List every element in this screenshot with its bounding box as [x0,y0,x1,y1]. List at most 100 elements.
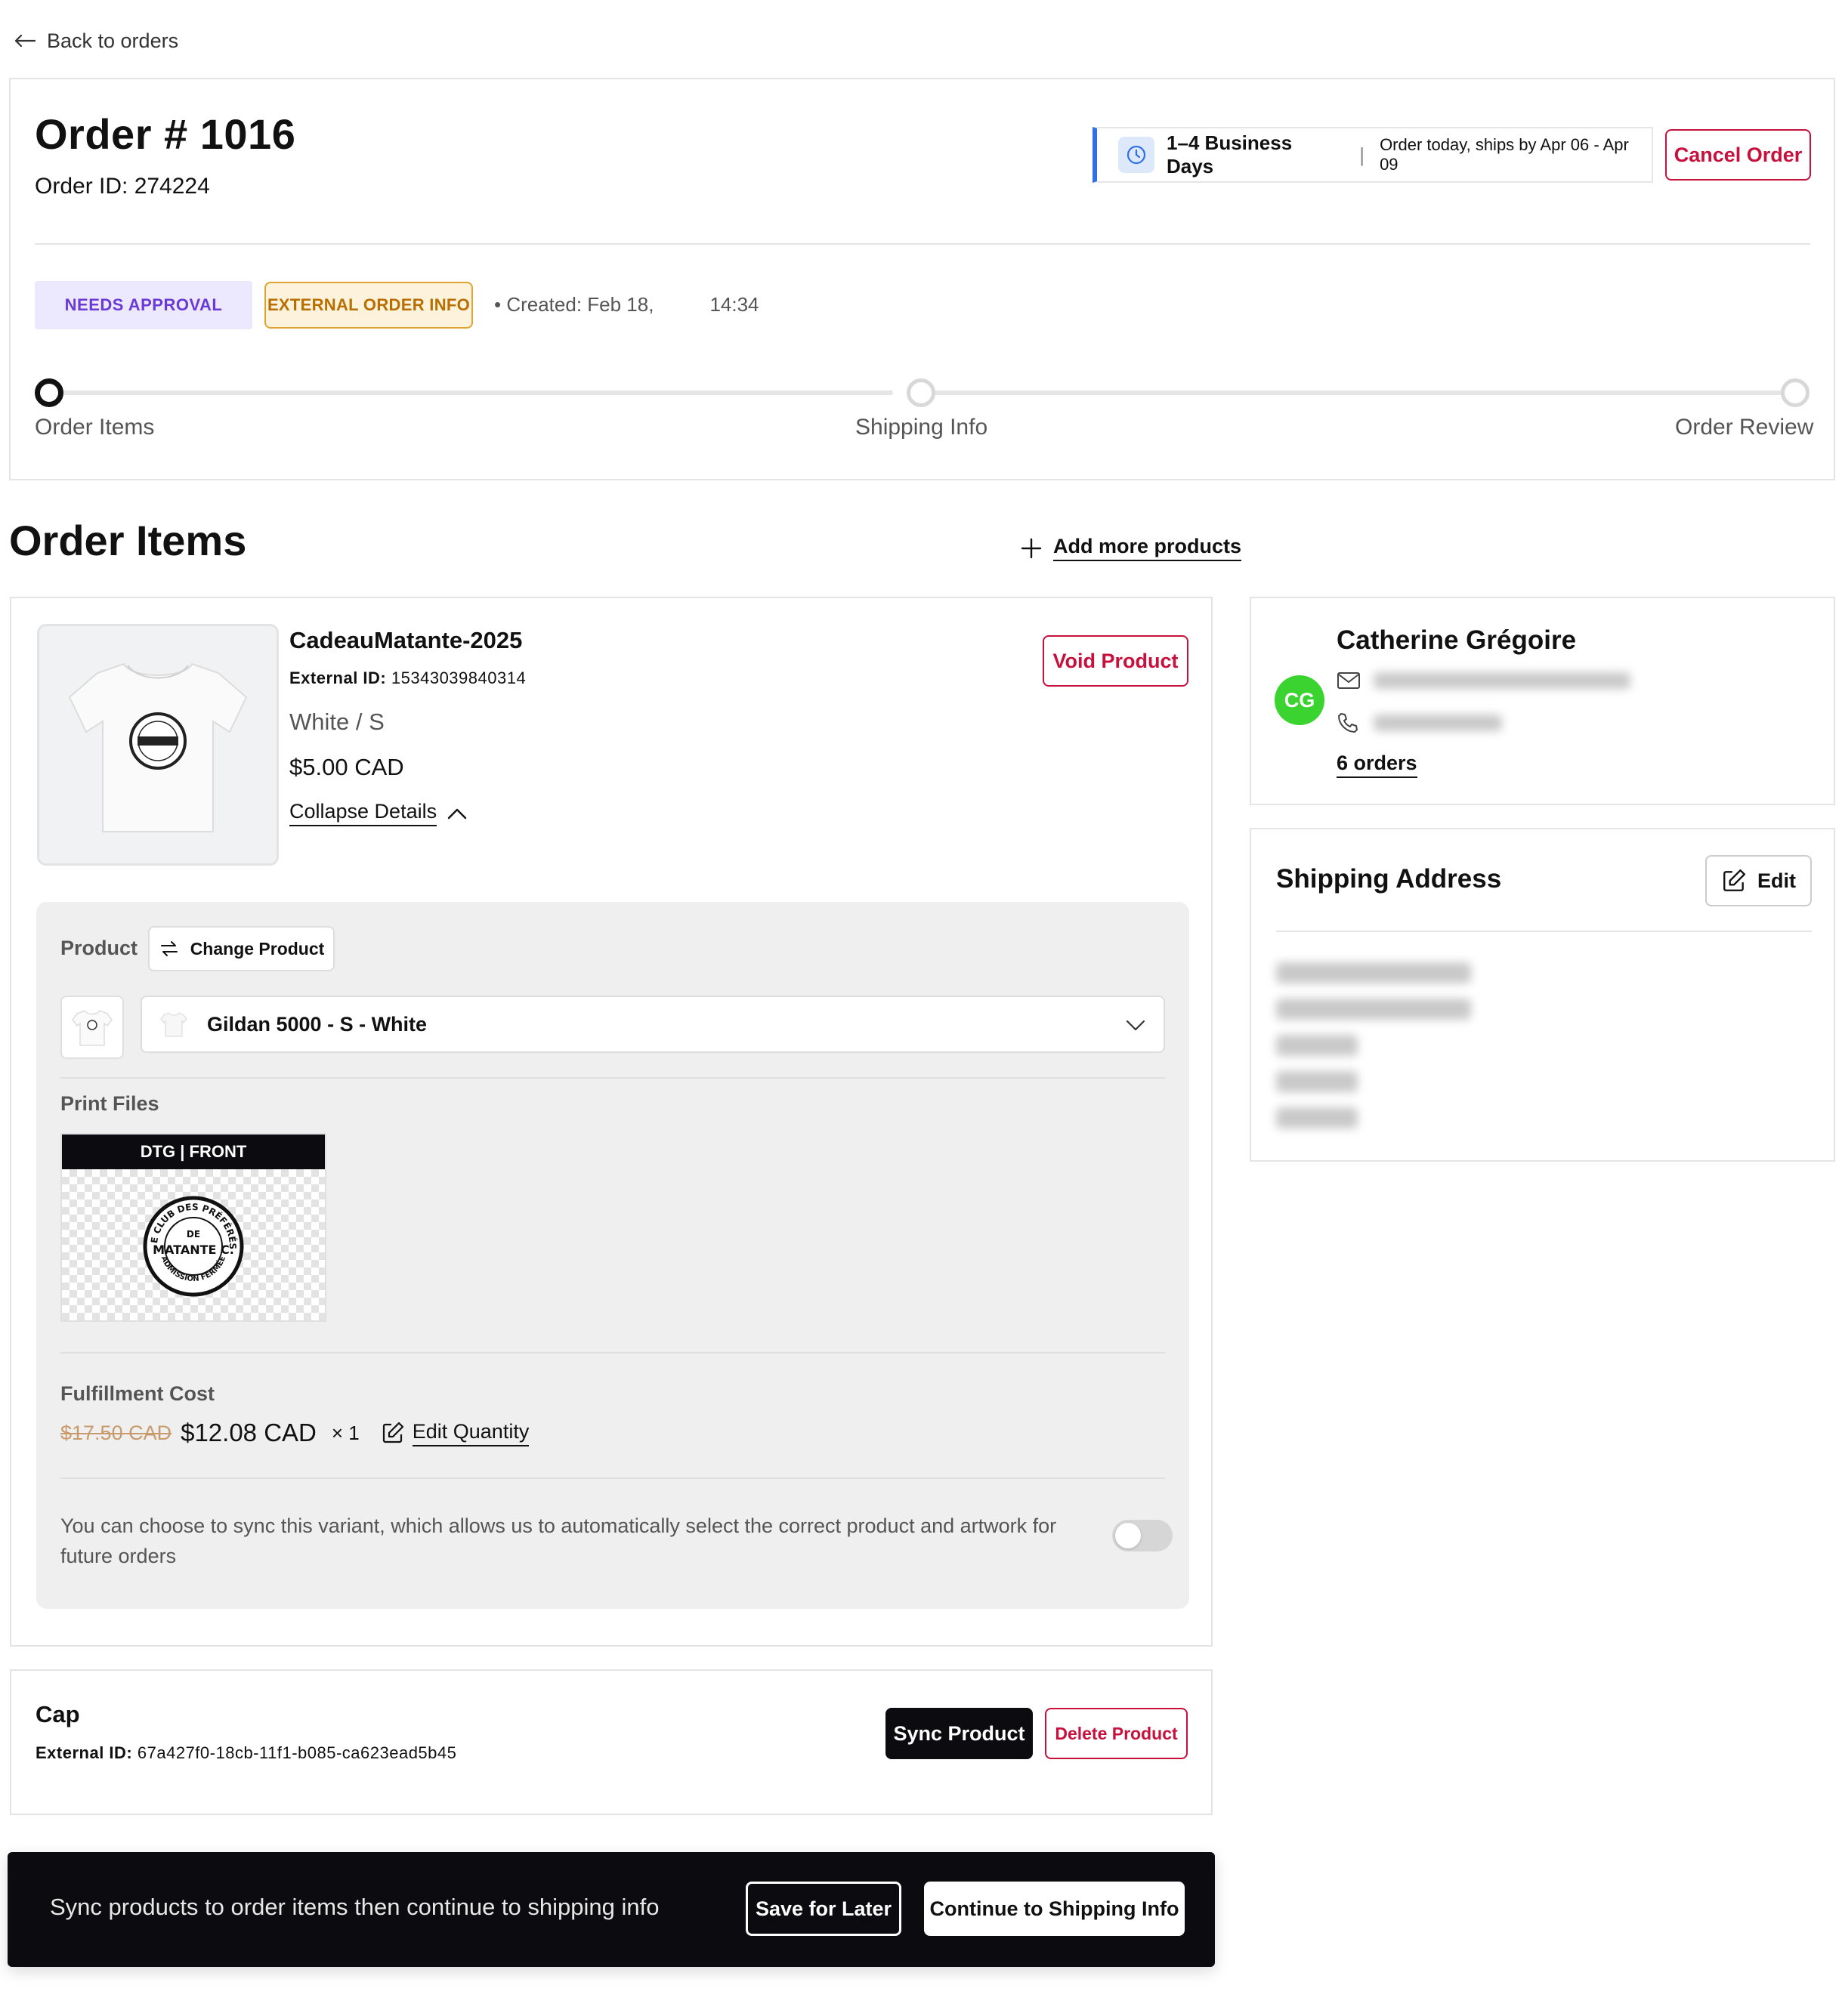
print-file-tag: DTG | FRONT [62,1135,325,1169]
order-header-card: Order # 1016 Order ID: 274224 1–4 Busine… [9,78,1835,480]
shipping-estimate: 1–4 Business Days | Order today, ships b… [1093,127,1653,183]
edit-address-button[interactable]: Edit [1705,855,1812,906]
fulfillment-cost-row: $17.50 CAD $12.08 CAD × 1 Edit Quantity [60,1419,530,1447]
fulfillment-cost-label: Fulfillment Cost [60,1382,215,1405]
divider [1276,931,1812,932]
external-id-label: External ID: [289,668,387,687]
print-file-preview: LE CLUB DES PRÉFÉRÉS DE MATANTE C. ADMIS… [62,1169,325,1320]
created-date: • Created: Feb 18, [494,293,654,316]
customer-card: Catherine Grégoire CG 6 orders [1250,597,1835,805]
bottom-action-bar: Sync products to order items then contin… [8,1852,1215,1967]
add-more-products-link[interactable]: Add more products [1020,535,1242,561]
divider [60,1077,1165,1079]
stepper-track [54,391,893,395]
product-label: Product [60,937,138,959]
quantity: × 1 [331,1421,360,1444]
item-details-panel: Product Change Product Gildan 5000 - S -… [36,902,1189,1609]
customer-orders-link[interactable]: 6 orders [1337,752,1417,778]
order-item-card: CadeauMatante-2025 External ID: 15343039… [10,597,1213,1647]
chevron-up-icon [447,808,467,819]
shipping-separator: | [1359,143,1365,166]
phone-icon [1338,713,1358,733]
logo-text-de: DE [187,1229,200,1240]
address-line-redacted [1276,999,1471,1020]
address-line-redacted [1276,1035,1358,1056]
external-id: External ID: 15343039840314 [289,668,526,688]
product-variant: White / S [289,709,385,735]
shipping-note: Order today, ships by Apr 06 - Apr 09 [1380,135,1629,174]
original-cost: $17.50 CAD [60,1421,172,1444]
change-product-button[interactable]: Change Product [148,926,335,971]
save-for-later-button[interactable]: Save for Later [746,1882,901,1936]
created-time: 14:34 [709,293,759,316]
continue-to-shipping-button[interactable]: Continue to Shipping Info [924,1882,1185,1936]
product-name: Cap [36,1701,80,1727]
divider [60,1477,1165,1479]
address-line-redacted [1276,1107,1358,1128]
address-line-redacted [1276,962,1471,983]
tshirt-mockup-image [68,662,248,832]
collapse-details-toggle[interactable]: Collapse Details [289,800,467,826]
mail-icon [1337,672,1360,689]
logo-text-matante: MATANTE C. [153,1243,234,1257]
product-mini-thumbnail [60,996,124,1059]
order-items-heading: Order Items [9,517,247,564]
edit-quantity-label: Edit Quantity [412,1420,530,1446]
plus-icon [1021,538,1042,558]
step-label-order-items[interactable]: Order Items [35,415,154,440]
step-label-shipping-info[interactable]: Shipping Info [855,415,987,440]
print-files-label: Print Files [60,1092,159,1115]
customer-email-redacted [1374,672,1630,689]
customer-name: Catherine Grégoire [1337,625,1577,655]
change-product-label: Change Product [190,938,325,959]
product-price: $5.00 CAD [289,754,404,780]
external-id-label: External ID: [36,1743,133,1762]
cancel-order-button[interactable]: Cancel Order [1665,129,1811,181]
external-order-info-badge[interactable]: EXTERNAL ORDER INFO [264,282,473,329]
step-indicator-order-review [1781,378,1810,407]
swap-icon [160,941,178,956]
step-indicator-order-items [35,378,63,407]
back-label: Back to orders [47,29,179,52]
selected-product: Gildan 5000 - S - White [207,1012,428,1036]
arrow-left-icon [14,34,36,48]
chevron-down-icon [1126,1020,1145,1031]
order-title: Order # 1016 [35,110,296,158]
collapse-details-label: Collapse Details [289,800,437,826]
product-select[interactable]: Gildan 5000 - S - White [141,996,1165,1053]
edit-icon [382,1422,403,1443]
delete-product-button[interactable]: Delete Product [1045,1708,1188,1759]
add-more-label: Add more products [1053,535,1242,561]
print-file-card[interactable]: DTG | FRONT LE CLUB DES PRÉFÉRÉS DE MATA… [60,1133,326,1322]
sync-variant-note: You can choose to sync this variant, whi… [60,1514,1057,1567]
matante-logo: LE CLUB DES PRÉFÉRÉS DE MATANTE C. ADMIS… [141,1193,244,1297]
external-id-value: 67a427f0-18cb-11f1-b085-ca623ead5b45 [137,1743,457,1762]
step-indicator-shipping-info [907,378,935,407]
edit-quantity-button[interactable]: Edit Quantity [381,1420,530,1446]
void-product-button[interactable]: Void Product [1043,635,1188,687]
customer-phone-redacted [1374,715,1502,731]
stepper-track [931,391,1788,395]
avatar: CG [1275,675,1324,725]
shipping-address-card: Shipping Address Edit [1250,828,1835,1162]
discounted-cost: $12.08 CAD [181,1419,317,1446]
external-id-value: 15343039840314 [391,668,527,687]
step-label-order-review[interactable]: Order Review [1675,415,1813,440]
sync-product-button[interactable]: Sync Product [885,1708,1033,1759]
order-item-card: Cap External ID: 67a427f0-18cb-11f1-b085… [10,1669,1213,1815]
created-timestamp: • Created: Feb 18, 14:34 [494,293,759,316]
order-id: Order ID: 274224 [35,174,210,199]
edit-label: Edit [1757,869,1796,892]
address-line-redacted [1276,1071,1358,1092]
sync-variant-toggle[interactable] [1112,1520,1173,1551]
status-badge-needs-approval: NEEDS APPROVAL [35,281,252,329]
divider [60,1352,1165,1354]
clock-icon [1118,137,1154,173]
back-to-orders-link[interactable]: Back to orders [14,26,178,56]
divider [35,243,1810,245]
tshirt-icon [72,1010,113,1046]
tshirt-icon [160,1012,187,1037]
edit-icon [1723,869,1745,891]
product-thumbnail [37,624,279,866]
action-bar-message: Sync products to order items then contin… [50,1894,660,1920]
